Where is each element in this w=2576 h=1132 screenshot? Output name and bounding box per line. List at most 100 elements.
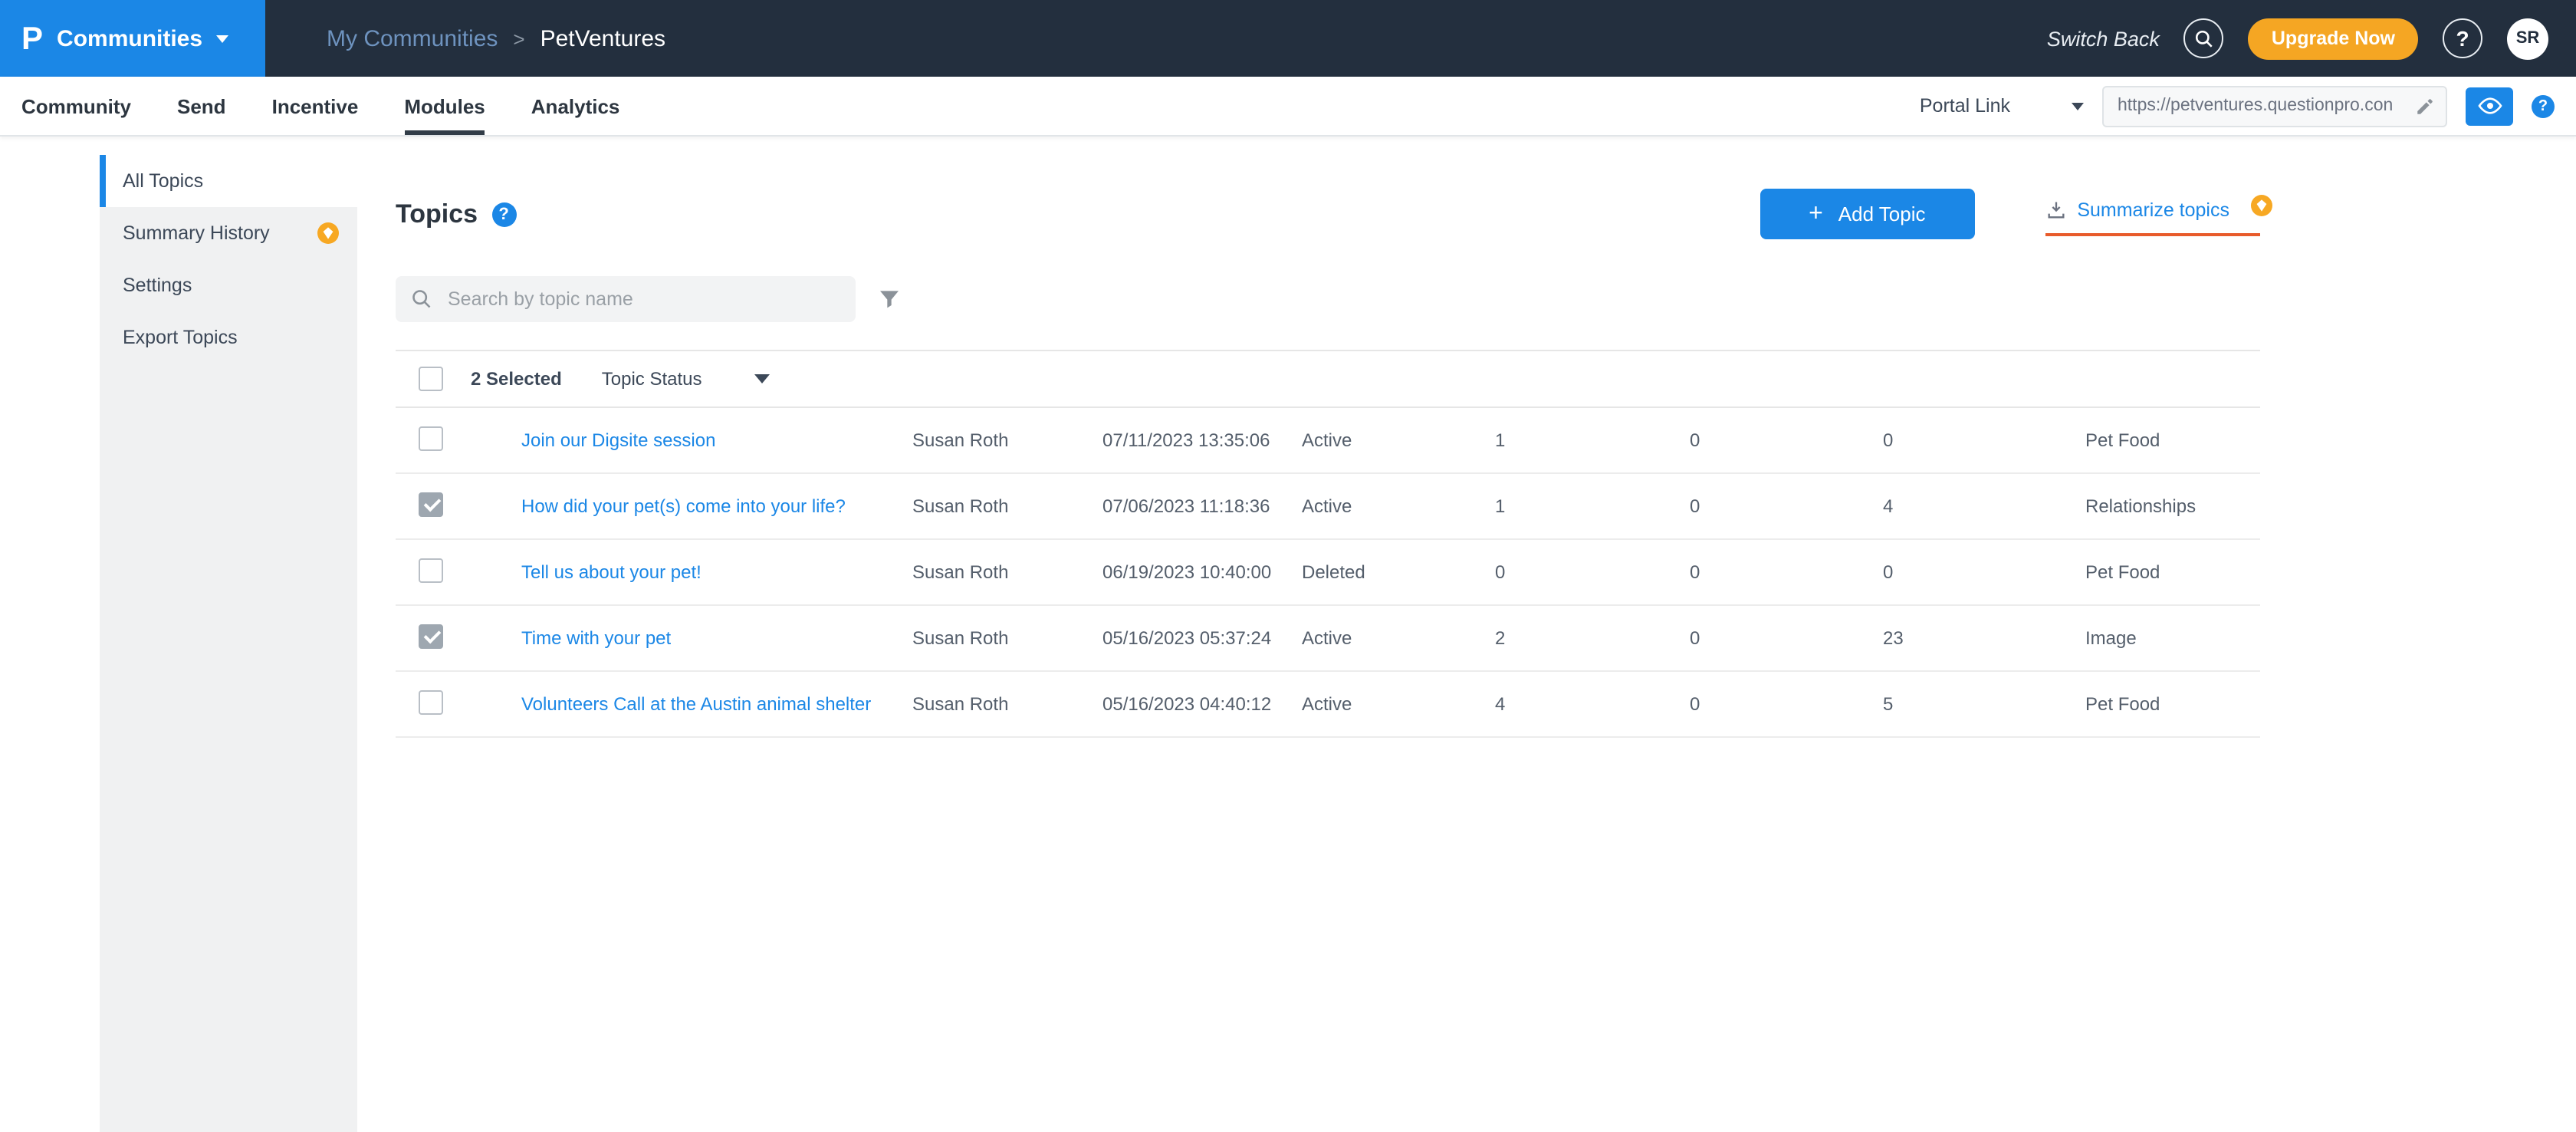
topic-name-link[interactable]: Time with your pet <box>521 627 671 649</box>
questionpro-logo: P <box>21 22 43 54</box>
preview-portal-button[interactable] <box>2466 87 2513 125</box>
topic-count-1: 0 <box>1495 561 1690 583</box>
tab-community[interactable]: Community <box>21 77 131 135</box>
topic-date: 06/19/2023 10:40:00 <box>1102 561 1302 583</box>
premium-badge-icon <box>317 222 339 244</box>
portal-url-input[interactable] <box>2114 95 2406 117</box>
topic-author: Susan Roth <box>912 429 1102 451</box>
table-rows: Join our Digsite session Susan Roth 07/1… <box>396 408 2260 738</box>
topic-name-link[interactable]: Volunteers Call at the Austin animal she… <box>521 693 871 715</box>
chevron-down-icon <box>2072 102 2084 110</box>
help-icon: ? <box>2456 26 2469 51</box>
topic-status: Active <box>1302 693 1495 715</box>
topic-status: Active <box>1302 429 1495 451</box>
sidebar-item-label: All Topics <box>123 170 203 192</box>
topics-main: Topics ? + Add Topic Summarize topics <box>396 155 2260 1132</box>
select-all-checkbox[interactable] <box>419 367 443 391</box>
summarize-wrap: Summarize topics <box>2045 193 2260 235</box>
avatar[interactable]: SR <box>2507 18 2548 59</box>
search-box <box>396 276 856 322</box>
sidebar-item-summary-history[interactable]: Summary History <box>100 207 357 259</box>
app-root: P Communities My Communities > PetVentur… <box>0 0 2576 1132</box>
upgrade-now-button[interactable]: Upgrade Now <box>2249 18 2418 59</box>
help-button[interactable]: ? <box>2443 18 2482 58</box>
nav-tabs: Community Send Incentive Modules Analyti… <box>0 77 619 135</box>
sidebar-item-label: Export Topics <box>123 327 238 348</box>
table-header: 2 Selected Topic Status <box>396 350 2260 408</box>
title-row: Topics ? + Add Topic Summarize topics <box>396 189 2260 239</box>
search-row <box>396 276 2260 322</box>
search-button[interactable] <box>2184 18 2224 58</box>
topic-author: Susan Roth <box>912 561 1102 583</box>
page-title: Topics <box>396 199 478 229</box>
row-checkbox[interactable] <box>419 558 443 582</box>
topic-status-filter[interactable]: Topic Status <box>602 368 770 390</box>
topic-name-link[interactable]: How did your pet(s) come into your life? <box>521 495 846 517</box>
chevron-down-icon <box>754 374 770 383</box>
chevron-down-icon <box>216 35 228 42</box>
breadcrumb: My Communities > PetVentures <box>327 25 665 51</box>
summarize-topics-button[interactable]: Summarize topics <box>2045 193 2260 235</box>
summarize-topics-label: Summarize topics <box>2077 199 2229 220</box>
title-actions: + Add Topic Summarize topics <box>1760 189 2260 239</box>
table-row: Join our Digsite session Susan Roth 07/1… <box>396 408 2260 474</box>
topic-category: Pet Food <box>2085 693 2260 715</box>
filter-funnel-icon <box>877 287 902 311</box>
topic-count-3: 0 <box>1883 561 2085 583</box>
breadcrumb-separator: > <box>513 27 524 50</box>
search-icon <box>2194 28 2214 48</box>
tab-incentive[interactable]: Incentive <box>272 77 359 135</box>
sidebar-item-export-topics[interactable]: Export Topics <box>100 311 357 364</box>
tab-modules[interactable]: Modules <box>404 77 485 135</box>
topic-count-1: 1 <box>1495 495 1690 517</box>
topics-table: 2 Selected Topic Status Join our Digsite… <box>396 350 2260 738</box>
topic-date: 07/11/2023 13:35:06 <box>1102 429 1302 451</box>
tab-analytics[interactable]: Analytics <box>531 77 620 135</box>
add-topic-button[interactable]: + Add Topic <box>1760 189 1974 239</box>
search-icon <box>411 288 432 310</box>
topic-count-3: 4 <box>1883 495 2085 517</box>
product-name: Communities <box>57 25 202 51</box>
portal-link-label: Portal Link <box>1920 95 2010 117</box>
topics-help-icon[interactable]: ? <box>491 202 516 226</box>
topic-count-3: 0 <box>1883 429 2085 451</box>
table-row: Time with your pet Susan Roth 05/16/2023… <box>396 606 2260 672</box>
topic-count-2: 0 <box>1690 693 1883 715</box>
row-checkbox[interactable] <box>419 624 443 648</box>
row-checkbox[interactable] <box>419 689 443 714</box>
topic-author: Susan Roth <box>912 693 1102 715</box>
topic-count-2: 0 <box>1690 495 1883 517</box>
plus-icon: + <box>1809 202 1823 226</box>
topic-date: 07/06/2023 11:18:36 <box>1102 495 1302 517</box>
edit-pencil-icon[interactable] <box>2415 96 2435 116</box>
portal-link-dropdown[interactable]: Portal Link <box>1920 95 2084 117</box>
breadcrumb-current: PetVentures <box>540 25 665 51</box>
premium-badge-icon <box>2251 194 2272 223</box>
sidebar: All Topics Summary History Settings Expo… <box>100 155 357 1132</box>
row-checkbox[interactable] <box>419 426 443 450</box>
topic-name-link[interactable]: Tell us about your pet! <box>521 561 702 583</box>
topic-author: Susan Roth <box>912 495 1102 517</box>
selected-count: 2 Selected <box>471 368 562 390</box>
topic-count-3: 23 <box>1883 627 2085 649</box>
portal-link-area: Portal Link ? <box>1920 77 2576 135</box>
communities-product-switcher[interactable]: P Communities <box>0 0 265 77</box>
topic-count-1: 1 <box>1495 429 1690 451</box>
topic-category: Pet Food <box>2085 561 2260 583</box>
sidebar-item-all-topics[interactable]: All Topics <box>100 155 357 207</box>
tab-send[interactable]: Send <box>177 77 226 135</box>
portal-help-icon[interactable]: ? <box>2532 94 2555 117</box>
topic-name-link[interactable]: Join our Digsite session <box>521 429 715 451</box>
sidebar-item-label: Summary History <box>123 222 270 244</box>
breadcrumb-my-communities[interactable]: My Communities <box>327 25 498 51</box>
table-row: Volunteers Call at the Austin animal she… <box>396 672 2260 738</box>
topic-category: Pet Food <box>2085 429 2260 451</box>
row-checkbox[interactable] <box>419 492 443 516</box>
topic-count-1: 4 <box>1495 693 1690 715</box>
topic-status: Deleted <box>1302 561 1495 583</box>
sidebar-item-settings[interactable]: Settings <box>100 259 357 311</box>
portal-url-box <box>2102 85 2447 127</box>
search-input[interactable] <box>445 287 840 311</box>
switch-back-link[interactable]: Switch Back <box>2047 27 2160 50</box>
filter-button[interactable] <box>877 287 902 311</box>
